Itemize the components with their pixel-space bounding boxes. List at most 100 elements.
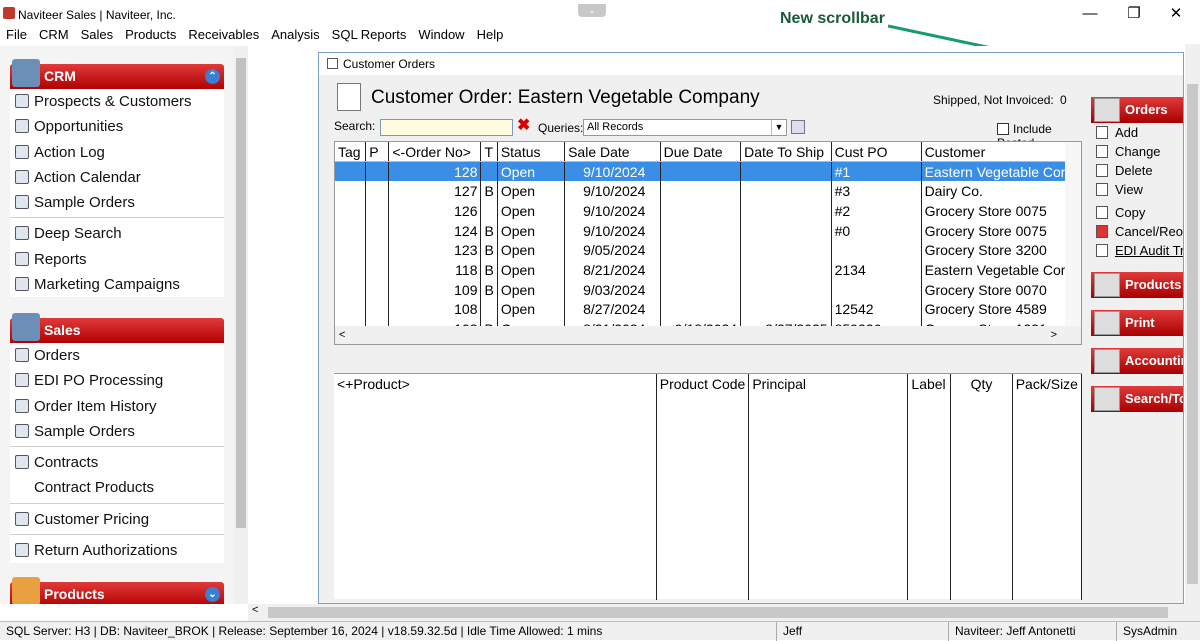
scrollbar-thumb[interactable] xyxy=(268,607,1168,618)
action-cancel[interactable]: Cancel/Reop xyxy=(1091,222,1183,241)
menu-window[interactable]: Window xyxy=(412,26,470,44)
sidebar-item-sample-orders-sales[interactable]: Sample Orders xyxy=(10,419,224,444)
table-row[interactable]: 128 Open 9/10/2024 #1 Eastern Vegetable Com xyxy=(335,161,1081,182)
actions-pane: Orders Add Change Delete View Copy Cancel/Reo… xyxy=(1091,97,1183,597)
section-print[interactable]: Print xyxy=(1091,310,1183,336)
column-header[interactable]: T xyxy=(480,142,498,163)
table-row[interactable]: 109 B Open 9/03/2024 Grocery Store 0070 xyxy=(335,279,1081,300)
column-header[interactable]: Due Date xyxy=(660,142,742,163)
sidebar-item-label: Marketing Campaigns xyxy=(34,276,180,294)
sidebar-item-label: Reports xyxy=(34,250,87,268)
chevron-down-icon[interactable]: ▼ xyxy=(771,120,786,135)
action-add[interactable]: Add xyxy=(1091,123,1183,142)
column-header[interactable]: Tag xyxy=(335,142,367,163)
column-header[interactable]: Pack/Size xyxy=(1012,374,1083,394)
menu-receivables[interactable]: Receivables xyxy=(182,26,265,44)
order-document-icon xyxy=(337,83,361,111)
table-row[interactable]: 124 B Open 9/10/2024 #0 Grocery Store 0075 xyxy=(335,220,1081,241)
divider xyxy=(10,217,224,219)
chevron-down-icon[interactable]: ⌄ xyxy=(578,4,606,17)
grid-horizontal-scrollbar[interactable]: < > xyxy=(335,326,1081,344)
sidebar-item-marketing[interactable]: Marketing Campaigns xyxy=(10,272,224,297)
column-header[interactable]: Sale Date xyxy=(564,142,661,163)
menu-help[interactable]: Help xyxy=(471,26,510,44)
column-header[interactable]: P xyxy=(365,142,390,163)
grid-vertical-scrollbar[interactable] xyxy=(1065,142,1081,326)
table-row[interactable]: 127 B Open 9/10/2024 #3 Dairy Co. xyxy=(335,181,1081,202)
section-search-tools[interactable]: Search/Tools xyxy=(1091,386,1183,412)
sidebar-item-return-auth[interactable]: Return Authorizations xyxy=(10,538,224,563)
table-row[interactable]: 126 Open 9/10/2024 #2 Grocery Store 0075 xyxy=(335,201,1081,221)
sidebar-item-customer-pricing[interactable]: Customer Pricing xyxy=(10,507,224,532)
column-header[interactable]: <-Order No> xyxy=(388,142,482,163)
column-header[interactable]: Customer xyxy=(921,142,1081,163)
products-panel-header[interactable]: Products ⌄ xyxy=(10,577,224,604)
menu-crm[interactable]: CRM xyxy=(33,26,75,44)
menu-sales[interactable]: Sales xyxy=(75,26,120,44)
sidebar-item-opportunities[interactable]: Opportunities xyxy=(10,114,224,139)
window-title-bar[interactable]: Customer Orders xyxy=(319,53,1183,75)
menu-products[interactable]: Products xyxy=(119,26,182,44)
section-products[interactable]: Products xyxy=(1091,272,1183,298)
main-horizontal-scrollbar[interactable]: < xyxy=(248,604,1200,621)
action-audit-search[interactable]: EDI Audit Tr xyxy=(1091,241,1183,260)
sidebar-scrollbar[interactable] xyxy=(234,46,248,604)
column-header[interactable]: Product Code xyxy=(656,374,750,394)
contact-card-icon xyxy=(15,94,29,108)
column-header[interactable]: Date To Ship xyxy=(740,142,832,163)
products-grid[interactable]: <+Product> Product Code Principal Label Qty P… xyxy=(334,373,1083,600)
column-header[interactable]: Cust PO xyxy=(831,142,922,163)
table-cell: Open xyxy=(497,220,566,241)
action-change[interactable]: Change xyxy=(1091,142,1183,161)
table-row[interactable]: 108 Open 8/27/2024 12542 Grocery Store 4589 xyxy=(335,299,1081,320)
action-delete[interactable]: Delete xyxy=(1091,161,1183,180)
add-icon xyxy=(1096,126,1108,139)
clear-search-icon[interactable]: ✖ xyxy=(517,118,532,134)
table-cell: 9/10/2024 xyxy=(564,181,661,202)
orders-grid[interactable]: Tag P <-Order No> T Status Sale Date Due Date D… xyxy=(334,141,1082,345)
sidebar-item-contract-products[interactable]: Contract Products xyxy=(10,475,224,500)
sidebar-item-sample-orders[interactable]: Sample Orders xyxy=(10,190,224,215)
column-header[interactable]: <+Product> xyxy=(334,374,657,394)
crm-panel-header[interactable]: CRM ⌃ xyxy=(10,59,224,89)
action-view[interactable]: View xyxy=(1091,180,1183,199)
menu-sql-reports[interactable]: SQL Reports xyxy=(326,26,413,44)
orders-actions-header[interactable]: Orders xyxy=(1091,97,1183,123)
column-header[interactable]: Status xyxy=(497,142,566,163)
column-header[interactable]: Label xyxy=(907,374,952,394)
column-header[interactable]: Principal xyxy=(748,374,909,394)
menu-file[interactable]: File xyxy=(0,26,33,44)
sidebar-item-action-log[interactable]: Action Log xyxy=(10,140,224,165)
scrollbar-thumb[interactable] xyxy=(1187,84,1198,584)
search-label: Search: xyxy=(334,119,376,133)
sidebar-item-contracts[interactable]: Contracts xyxy=(10,450,224,475)
scroll-left-icon[interactable]: < xyxy=(339,329,345,341)
action-copy[interactable]: Copy xyxy=(1091,203,1183,222)
checkbox-box[interactable] xyxy=(997,123,1009,135)
sidebar-item-edi-po[interactable]: EDI PO Processing xyxy=(10,368,224,393)
search-input[interactable] xyxy=(380,119,513,136)
scroll-left-icon[interactable]: < xyxy=(252,604,258,616)
sidebar-item-action-calendar[interactable]: Action Calendar xyxy=(10,165,224,190)
column-header[interactable]: Qty xyxy=(950,374,1013,394)
scrollbar-thumb[interactable] xyxy=(236,58,246,528)
table-cell xyxy=(365,279,390,300)
sidebar-item-order-history[interactable]: Order Item History xyxy=(10,394,224,419)
sidebar-item-orders[interactable]: Orders xyxy=(10,343,224,368)
section-accounting[interactable]: Accounting xyxy=(1091,348,1183,374)
contract-icon xyxy=(15,455,29,470)
queries-select[interactable]: All Records ▼ xyxy=(583,119,787,136)
table-row[interactable]: 118 B Open 8/21/2024 2134 Eastern Vegetable C… xyxy=(335,260,1081,280)
empty-cell xyxy=(334,394,657,600)
menu-analysis[interactable]: Analysis xyxy=(265,26,325,44)
save-query-icon[interactable] xyxy=(791,120,805,134)
scroll-right-icon[interactable]: > xyxy=(1051,326,1057,344)
sales-panel-header[interactable]: Sales xyxy=(10,313,224,343)
table-row[interactable]: 123 B Open 9/05/2024 Grocery Store 3200 xyxy=(335,240,1081,261)
sidebar-item-deep-search[interactable]: Deep Search xyxy=(10,221,224,246)
sidebar-item-reports[interactable]: Reports xyxy=(10,247,224,272)
expand-down-icon[interactable]: ⌄ xyxy=(205,587,220,602)
collapse-up-icon[interactable]: ⌃ xyxy=(205,69,220,84)
new-vertical-scrollbar[interactable] xyxy=(1185,44,1200,604)
sidebar-item-prospects[interactable]: Prospects & Customers xyxy=(10,89,224,114)
